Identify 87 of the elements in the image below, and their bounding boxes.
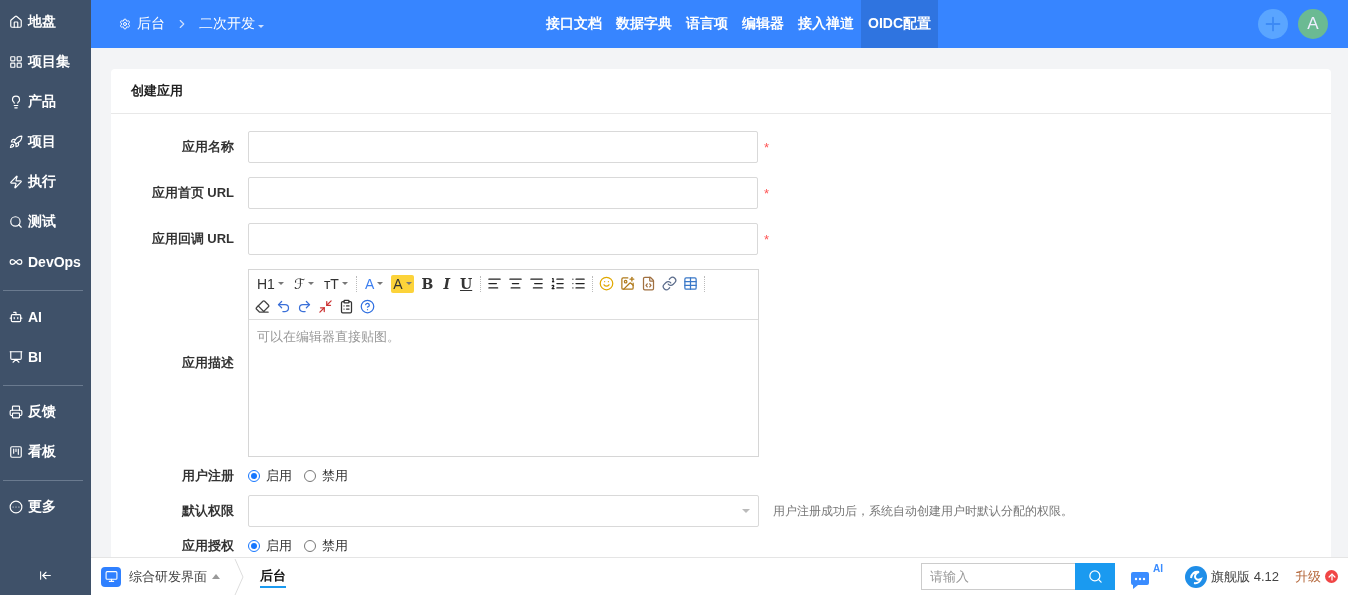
fullscreen-icon[interactable] [318, 299, 333, 314]
toolbar-button[interactable]: ℱ [291, 274, 316, 293]
toolbar-button[interactable]: A [391, 274, 414, 293]
rocket-icon [9, 135, 23, 149]
link-icon[interactable] [662, 276, 678, 291]
image-icon[interactable] [620, 276, 636, 291]
sidebar-item[interactable]: 反馈 [0, 392, 91, 432]
eraser-icon[interactable] [255, 299, 270, 314]
clipboard-icon[interactable] [339, 299, 354, 314]
search-icon [1087, 569, 1103, 584]
sidebar-item[interactable]: 地盘 [0, 2, 91, 42]
radio-option[interactable]: 禁用 [304, 537, 348, 555]
home-icon [9, 15, 23, 29]
radio-option[interactable]: 启用 [248, 537, 292, 555]
upgrade-link[interactable]: 升级 [1295, 567, 1321, 586]
presentation-icon [9, 350, 23, 364]
required-mark: * [764, 185, 770, 201]
redo-icon[interactable] [297, 299, 312, 314]
search-icon [9, 215, 23, 229]
nav-tab[interactable]: 语言项 [679, 0, 735, 48]
toolbar-button[interactable]: B [419, 274, 436, 293]
text-field[interactable] [248, 223, 758, 255]
breadcrumb-dropdown[interactable]: 二次开发 [199, 15, 264, 33]
sidebar-item[interactable]: 产品 [0, 82, 91, 122]
bottom-tab[interactable]: 后台 [260, 565, 286, 588]
field-hint: 用户注册成功后，系统自动创建用户时默认分配的权限。 [773, 502, 1073, 520]
align-left-icon[interactable] [487, 276, 503, 291]
breadcrumb-link[interactable]: 后台 [137, 15, 165, 33]
settings-icon [119, 18, 131, 30]
nav-tab[interactable]: 数据字典 [609, 0, 679, 48]
text-field[interactable] [248, 177, 758, 209]
sidebar-item[interactable]: 看板 [0, 432, 91, 472]
kanban-icon [9, 445, 23, 459]
field-label: 应用名称 [181, 138, 234, 156]
align-center-icon[interactable] [508, 276, 524, 291]
monitor-icon [101, 566, 121, 587]
radio-option[interactable]: 禁用 [304, 467, 348, 485]
grid-icon [9, 55, 23, 69]
sidebar-item[interactable]: 项目集 [0, 42, 91, 82]
more-icon [9, 500, 23, 514]
toolbar-button[interactable]: U [458, 274, 475, 293]
code-icon[interactable] [641, 276, 657, 291]
robot-icon [9, 310, 23, 324]
bolt-icon [9, 175, 23, 189]
radio-option[interactable]: 启用 [248, 467, 292, 485]
field-label: 应用描述 [181, 354, 234, 372]
required-mark: * [764, 139, 770, 155]
search-field[interactable]: 请输入 [921, 563, 1076, 590]
sidebar-item[interactable]: AI [0, 297, 91, 337]
app-switcher[interactable]: 综合研发界面 [129, 567, 207, 586]
align-right-icon[interactable] [529, 276, 545, 291]
undo-icon[interactable] [276, 299, 291, 314]
sidebar-item[interactable]: DevOps [0, 242, 91, 282]
required-mark: * [764, 231, 770, 247]
field-label: 应用授权 [181, 537, 234, 555]
field-label: 应用回调 URL [150, 230, 234, 248]
edition-label: 旗舰版 4.12 [1211, 567, 1279, 586]
field-label: 用户注册 [181, 467, 234, 485]
table-icon[interactable] [683, 276, 699, 291]
toolbar-button[interactable]: ᴛT [321, 274, 350, 293]
nav-tab[interactable]: OIDC配置 [861, 0, 938, 48]
lightbulb-icon [9, 95, 23, 109]
sidebar-item[interactable]: 项目 [0, 122, 91, 162]
ordered-list-icon[interactable] [550, 276, 566, 291]
toolbar-button[interactable]: A [362, 274, 386, 293]
nav-tab[interactable]: 接口文档 [539, 0, 609, 48]
search-button[interactable] [1075, 563, 1116, 590]
printer-icon [9, 405, 23, 419]
rich-text-editor[interactable]: H1 ℱ ᴛT A A B I U 可以在编辑器直接贴图。 [248, 269, 759, 457]
upgrade-icon [1325, 570, 1338, 583]
toolbar-button[interactable]: I [441, 274, 452, 293]
card-title: 创建应用 [111, 69, 1331, 114]
bullet-list-icon[interactable] [571, 276, 587, 291]
field-label: 默认权限 [180, 502, 234, 520]
select-field[interactable] [248, 495, 759, 527]
toolbar-button[interactable]: H1 [255, 274, 286, 293]
nav-tab[interactable]: 接入禅道 [791, 0, 861, 48]
help-icon[interactable] [360, 299, 375, 314]
field-label: 应用首页 URL [150, 184, 234, 202]
sidebar-item[interactable]: 执行 [0, 162, 91, 202]
collapse-icon[interactable] [39, 568, 52, 582]
sidebar-item[interactable]: 更多 [0, 487, 91, 527]
nav-tab[interactable]: 编辑器 [735, 0, 791, 48]
logo-icon [1185, 565, 1208, 588]
text-field[interactable] [248, 131, 758, 163]
sidebar-item[interactable]: 测试 [0, 202, 91, 242]
sidebar-item[interactable]: BI [0, 337, 91, 377]
